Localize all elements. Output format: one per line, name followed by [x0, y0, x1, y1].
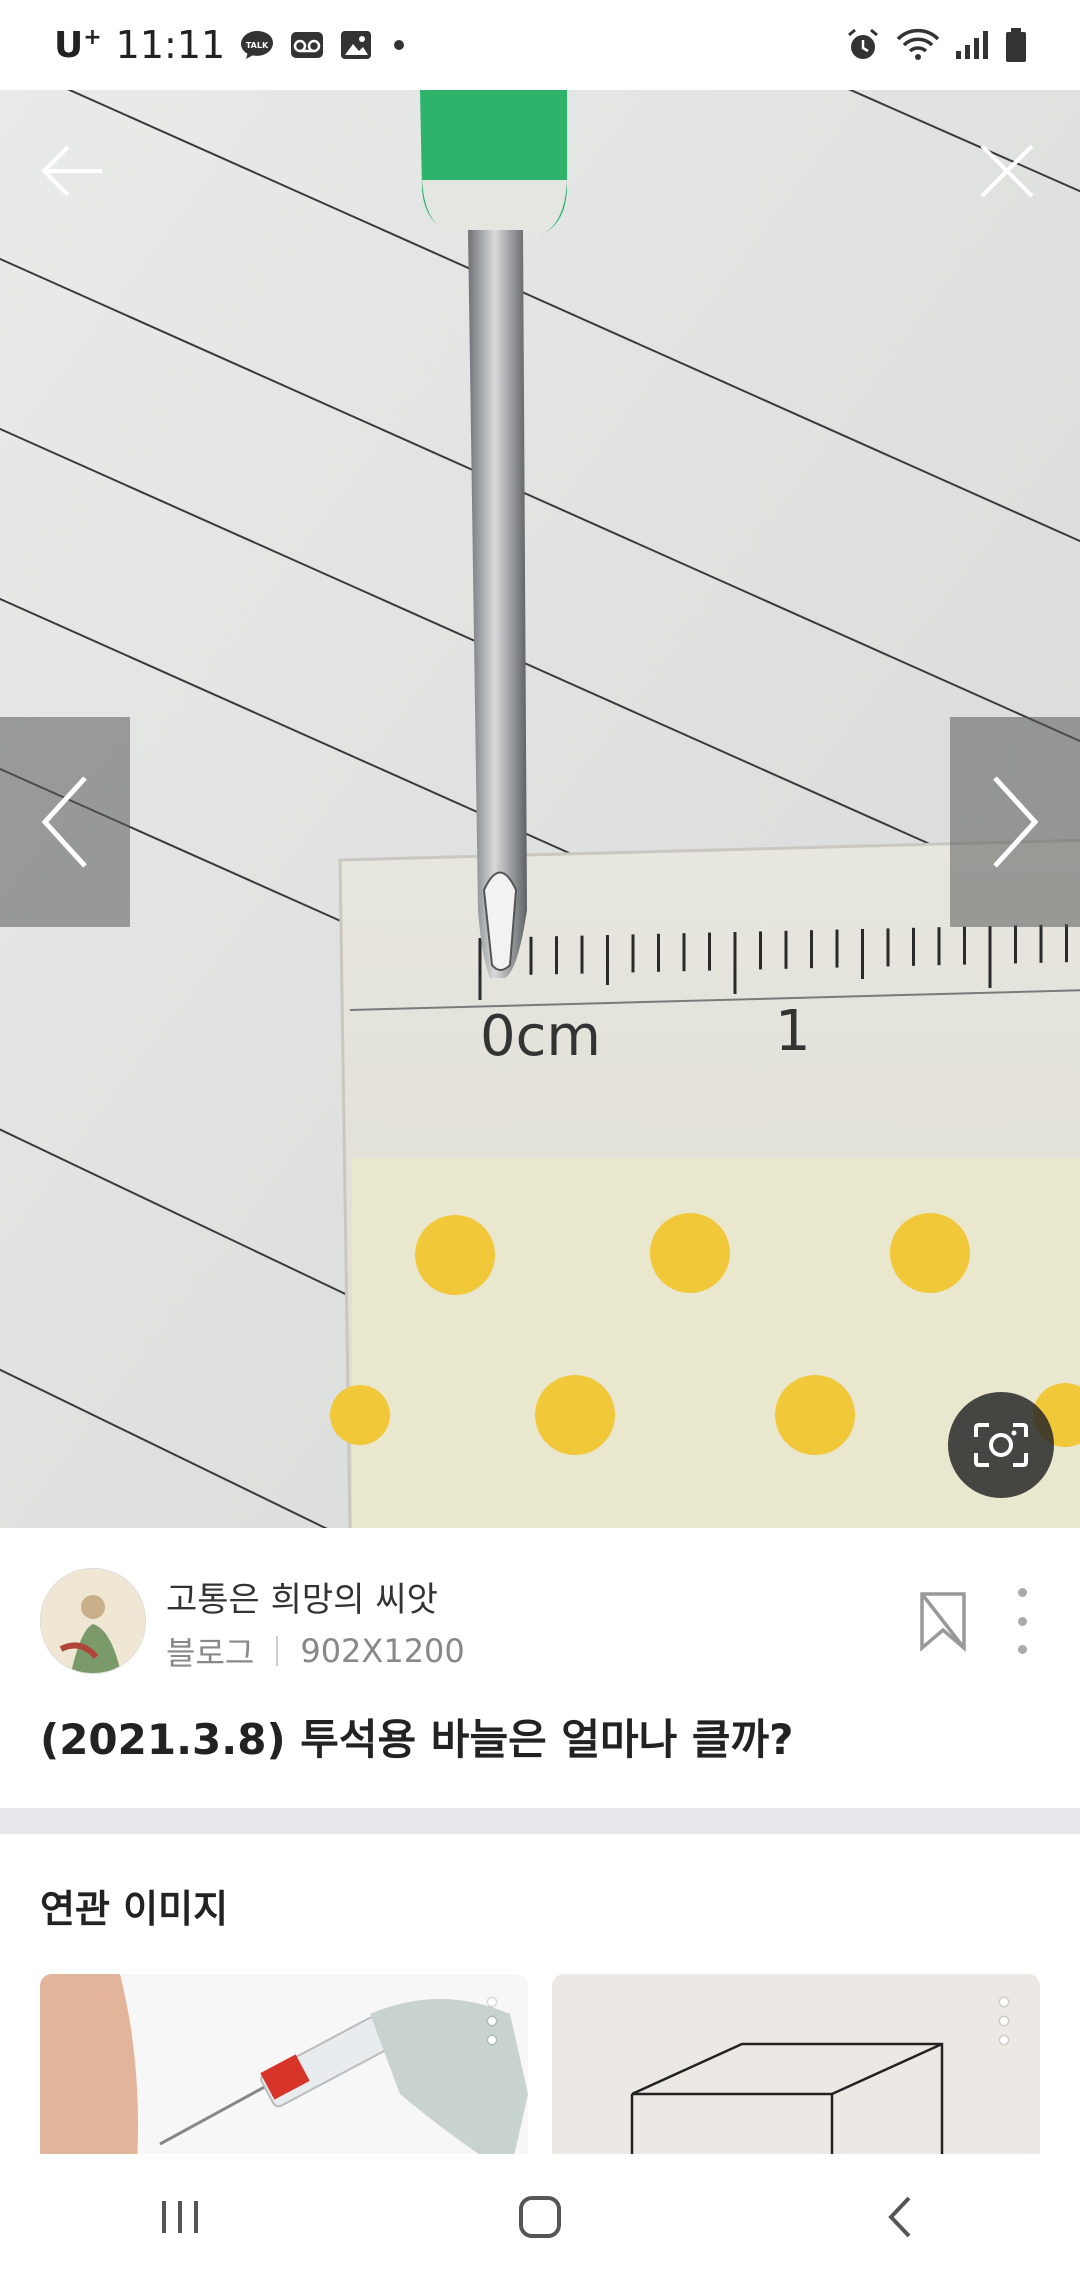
battery-icon	[1004, 27, 1028, 63]
bookmark-icon[interactable]	[918, 1590, 968, 1652]
image-viewer[interactable]: 0cm 1	[0, 90, 1080, 1528]
alarm-icon	[844, 26, 882, 64]
signal-icon	[954, 29, 990, 61]
related-images-title: 연관 이미지	[40, 1887, 229, 1931]
related-image-thumbnail[interactable]	[552, 1974, 1040, 2154]
close-icon[interactable]	[962, 126, 1052, 216]
clock: 11:11	[115, 23, 226, 67]
system-navigation-bar	[0, 2154, 1080, 2280]
carrier-label: U+	[54, 24, 102, 66]
thumbnail-more-icon[interactable]	[994, 1998, 1014, 2044]
dot-icon	[387, 29, 411, 61]
image-dimensions: 902X1200	[300, 1632, 465, 1670]
related-image-thumbnail[interactable]	[40, 1974, 528, 2154]
image-meta: 블로그 902X1200	[166, 1628, 465, 1674]
next-image-button[interactable]	[950, 717, 1080, 927]
status-bar: U+ 11:11 TALK	[0, 0, 1080, 90]
photo-needle-ruler: 0cm 1	[0, 90, 1080, 1528]
ruler-one-label: 1	[775, 999, 811, 1064]
meta-divider	[276, 1636, 279, 1666]
chevron-right-icon	[993, 776, 1039, 868]
thumbnail-more-icon[interactable]	[482, 1998, 502, 2044]
section-divider	[0, 1808, 1080, 1834]
more-options-icon[interactable]	[1006, 1588, 1038, 1654]
talk-icon: TALK	[239, 29, 275, 61]
related-images-section: 연관 이미지	[0, 1834, 1080, 2154]
back-arrow-icon[interactable]	[28, 126, 118, 216]
wifi-icon	[896, 27, 940, 63]
avatar[interactable]	[40, 1568, 146, 1674]
svg-text:TALK: TALK	[246, 41, 269, 50]
recent-apps-icon[interactable]	[120, 2167, 240, 2267]
previous-image-button[interactable]	[0, 717, 130, 927]
gallery-icon	[339, 29, 373, 61]
home-icon[interactable]	[480, 2167, 600, 2267]
source-label: 블로그	[166, 1634, 255, 1672]
image-search-lens-button[interactable]	[948, 1392, 1054, 1498]
back-icon[interactable]	[840, 2167, 960, 2267]
ruler-zero-label: 0cm	[480, 1004, 601, 1069]
camera-lens-icon	[974, 1423, 1028, 1467]
author-name[interactable]: 고통은 희망의 씨앗	[166, 1572, 438, 1621]
voicemail-icon	[289, 29, 325, 61]
image-info-panel: 고통은 희망의 씨앗 블로그 902X1200 (2021.3.8) 투석용 바…	[0, 1528, 1080, 1810]
chevron-left-icon	[41, 776, 87, 868]
post-title[interactable]: (2021.3.8) 투석용 바늘은 얼마나 클까?	[40, 1706, 794, 1767]
